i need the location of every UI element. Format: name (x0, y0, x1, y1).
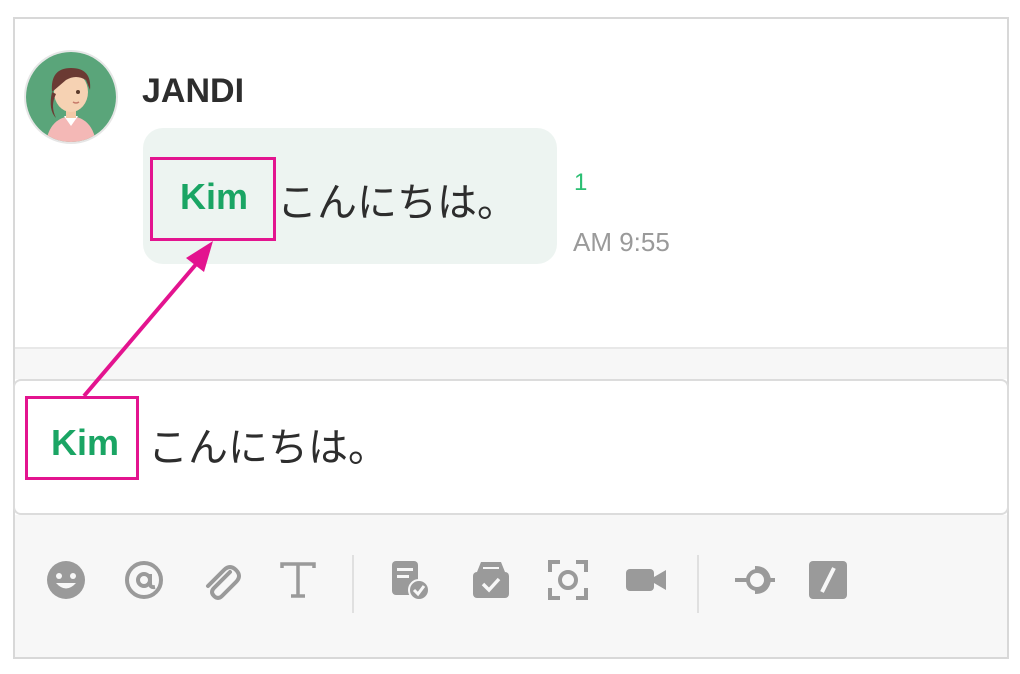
message-time: AM 9:55 (573, 227, 670, 257)
mention-icon[interactable] (122, 558, 166, 602)
toolbar-divider (697, 555, 699, 613)
video-call-icon[interactable] (624, 558, 668, 602)
message-text: こんにちは。 (277, 180, 517, 226)
toolbar-divider (352, 555, 354, 613)
unread-count: 1 (574, 169, 588, 196)
attach-icon[interactable] (198, 558, 242, 602)
composer-mention-highlight-box (25, 396, 139, 480)
mention-highlight-box (150, 157, 276, 241)
divider-gap (15, 349, 1007, 379)
composer-text: こんにちは。 (148, 425, 388, 471)
avatar[interactable] (24, 50, 118, 144)
emoji-icon[interactable] (44, 558, 88, 602)
slash-command-icon[interactable] (806, 558, 850, 602)
text-format-icon[interactable] (276, 558, 320, 602)
archive-icon[interactable] (469, 558, 513, 602)
integration-icon[interactable] (733, 558, 777, 602)
sender-name[interactable]: JANDI (142, 72, 244, 111)
todo-icon[interactable] (388, 558, 432, 602)
screenshot-icon[interactable] (546, 558, 590, 602)
